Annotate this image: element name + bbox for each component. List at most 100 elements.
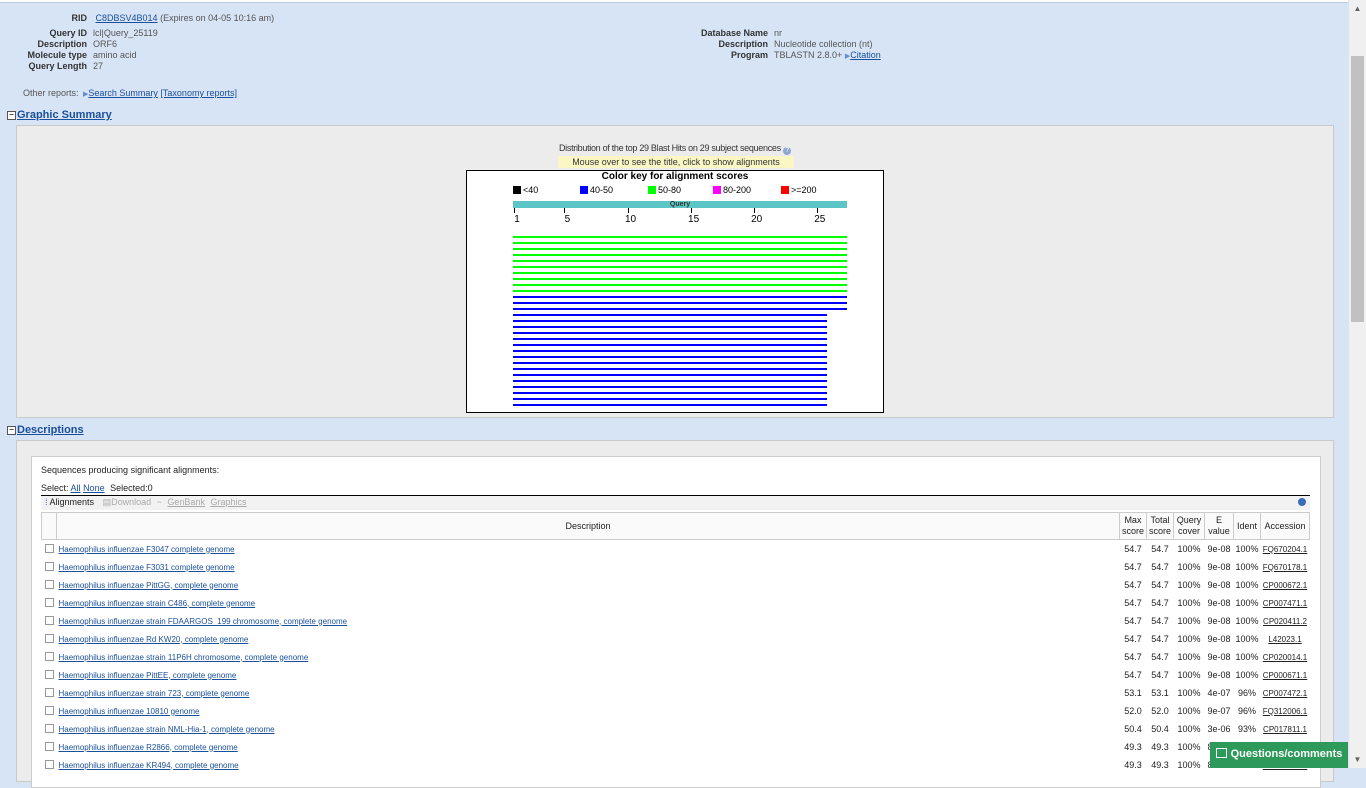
hit-bar[interactable]: [513, 278, 847, 280]
score-cell: 54.7: [1124, 580, 1142, 590]
table-row: Haemophilus influenzae strain NML-Hia-1,…: [42, 720, 1310, 738]
hit-description-link[interactable]: Haemophilus influenzae strain NML-Hia-1,…: [57, 720, 1120, 738]
hit-bar[interactable]: [513, 398, 827, 400]
alignment-graphic[interactable]: Color key for alignment scores <40 40-50 5…: [466, 170, 884, 413]
hit-bar[interactable]: [513, 308, 847, 310]
column-header-ident[interactable]: Ident: [1232, 512, 1262, 540]
score-cell: 54.7: [1151, 544, 1169, 554]
hit-description-link[interactable]: Haemophilus influenzae PittGG, complete …: [57, 576, 1120, 594]
column-header-e-value[interactable]: E value: [1203, 512, 1234, 540]
select-none-link[interactable]: None: [83, 483, 105, 493]
collapse-icon[interactable]: −: [7, 111, 16, 120]
accession-link[interactable]: FQ670204.1: [1261, 540, 1310, 559]
column-header-max-score[interactable]: Max score: [1118, 512, 1147, 540]
scrollbar-thumb[interactable]: [1351, 56, 1364, 322]
hit-bar[interactable]: [513, 332, 827, 334]
hit-bar[interactable]: [513, 368, 827, 370]
row-checkbox[interactable]: [44, 723, 54, 733]
hit-bar[interactable]: [513, 296, 847, 298]
select-all-link[interactable]: All: [71, 483, 81, 493]
column-header-query-cover[interactable]: Query cover: [1172, 512, 1205, 540]
scroll-down-arrow-icon[interactable]: ▼: [1349, 751, 1366, 768]
help-icon[interactable]: ?: [783, 147, 792, 155]
hit-bar[interactable]: [513, 374, 827, 376]
hit-bar[interactable]: [513, 284, 847, 286]
row-checkbox[interactable]: [44, 561, 54, 571]
row-checkbox[interactable]: [44, 615, 54, 625]
row-checkbox[interactable]: [44, 705, 54, 715]
hit-bar[interactable]: [513, 236, 847, 238]
hit-bar[interactable]: [513, 350, 827, 352]
accession-link[interactable]: L42023.1: [1261, 630, 1310, 648]
row-checkbox[interactable]: [44, 579, 54, 589]
accession-link[interactable]: CP020014.1: [1261, 648, 1310, 666]
row-checkbox[interactable]: [44, 597, 54, 607]
taxonomy-reports-link[interactable]: [Taxonomy reports]: [160, 88, 237, 98]
search-summary-link[interactable]: Search Summary: [88, 88, 158, 98]
accession-link[interactable]: CP000672.1: [1261, 576, 1310, 594]
hit-bar[interactable]: [513, 338, 827, 340]
hit-bar[interactable]: [513, 344, 827, 346]
accession-link[interactable]: FQ670178.1: [1261, 558, 1310, 576]
graphic-title: Distribution of the top 29 Blast Hits on…: [17, 143, 1333, 155]
accession-link[interactable]: CP017811.1: [1261, 720, 1310, 738]
graphic-summary-header[interactable]: − Graphic Summary: [7, 109, 112, 121]
accession-link[interactable]: CP000671.1: [1261, 666, 1310, 684]
hit-bar[interactable]: [513, 314, 827, 316]
genbank-link[interactable]: GenBank: [167, 497, 205, 507]
hit-bar[interactable]: [513, 320, 827, 322]
collapse-icon[interactable]: −: [7, 426, 16, 435]
scroll-up-arrow-icon[interactable]: ▲: [1349, 0, 1366, 17]
questions-comments-button[interactable]: Questions/comments: [1210, 742, 1348, 768]
row-checkbox[interactable]: [44, 687, 54, 697]
hit-bar[interactable]: [513, 242, 847, 244]
hit-description-link[interactable]: Haemophilus influenzae strain 11P6H chro…: [57, 648, 1120, 666]
hit-description-link[interactable]: Haemophilus influenzae Rd KW20, complete…: [57, 630, 1120, 648]
row-checkbox[interactable]: [44, 741, 54, 751]
hit-description-link[interactable]: Haemophilus influenzae KR494, complete g…: [57, 756, 1120, 774]
row-checkbox[interactable]: [44, 633, 54, 643]
hit-bar[interactable]: [513, 254, 847, 256]
gear-icon[interactable]: [1298, 498, 1306, 506]
citation-link[interactable]: Citation: [850, 50, 881, 60]
hit-bar[interactable]: [513, 380, 827, 382]
hit-description-link[interactable]: Haemophilus influenzae strain FDAARGOS_1…: [57, 612, 1120, 630]
row-checkbox[interactable]: [44, 543, 54, 553]
hit-description-link[interactable]: Haemophilus influenzae 10810 genome: [57, 702, 1120, 720]
hit-bar[interactable]: [513, 248, 847, 250]
hit-bar[interactable]: [513, 272, 847, 274]
download-button[interactable]: Download: [111, 497, 151, 507]
accession-link[interactable]: FQ312006.1: [1261, 702, 1310, 720]
hit-description-link[interactable]: Haemophilus influenzae PittEE, complete …: [57, 666, 1120, 684]
hit-description-link[interactable]: Haemophilus influenzae strain C486, comp…: [57, 594, 1120, 612]
hit-bar[interactable]: [513, 290, 847, 292]
row-checkbox[interactable]: [44, 759, 54, 769]
vertical-scrollbar[interactable]: ▲ ▼: [1349, 0, 1366, 768]
download-icon: ▤: [102, 497, 112, 507]
hit-bar[interactable]: [513, 404, 827, 406]
column-header-accession[interactable]: Accession: [1260, 512, 1310, 540]
row-checkbox[interactable]: [44, 651, 54, 661]
accession-link[interactable]: CP007472.1: [1261, 684, 1310, 702]
column-header-description[interactable]: Description: [56, 512, 1120, 540]
accession-link[interactable]: CP020411.2: [1261, 612, 1310, 630]
descriptions-header[interactable]: − Descriptions: [7, 424, 84, 436]
hit-bar[interactable]: [513, 260, 847, 262]
alignments-button[interactable]: Alignments: [50, 497, 95, 507]
hit-bar[interactable]: [513, 302, 847, 304]
column-header-total-score[interactable]: Total score: [1145, 512, 1174, 540]
accession-link[interactable]: CP007471.1: [1261, 594, 1310, 612]
hit-description-link[interactable]: Haemophilus influenzae F3047 complete ge…: [57, 540, 1120, 559]
hit-bar[interactable]: [513, 266, 847, 268]
hit-bar[interactable]: [513, 356, 827, 358]
hit-bar[interactable]: [513, 386, 827, 388]
row-checkbox[interactable]: [44, 669, 54, 679]
hit-description-link[interactable]: Haemophilus influenzae strain 723, compl…: [57, 684, 1120, 702]
rid-link[interactable]: C8DBSV4B014: [96, 13, 158, 23]
graphics-link[interactable]: Graphics: [210, 497, 246, 507]
hit-bar[interactable]: [513, 392, 827, 394]
hit-description-link[interactable]: Haemophilus influenzae R2866, complete g…: [57, 738, 1120, 756]
hit-bar[interactable]: [513, 326, 827, 328]
hit-bar[interactable]: [513, 362, 827, 364]
hit-description-link[interactable]: Haemophilus influenzae F3031 complete ge…: [57, 558, 1120, 576]
